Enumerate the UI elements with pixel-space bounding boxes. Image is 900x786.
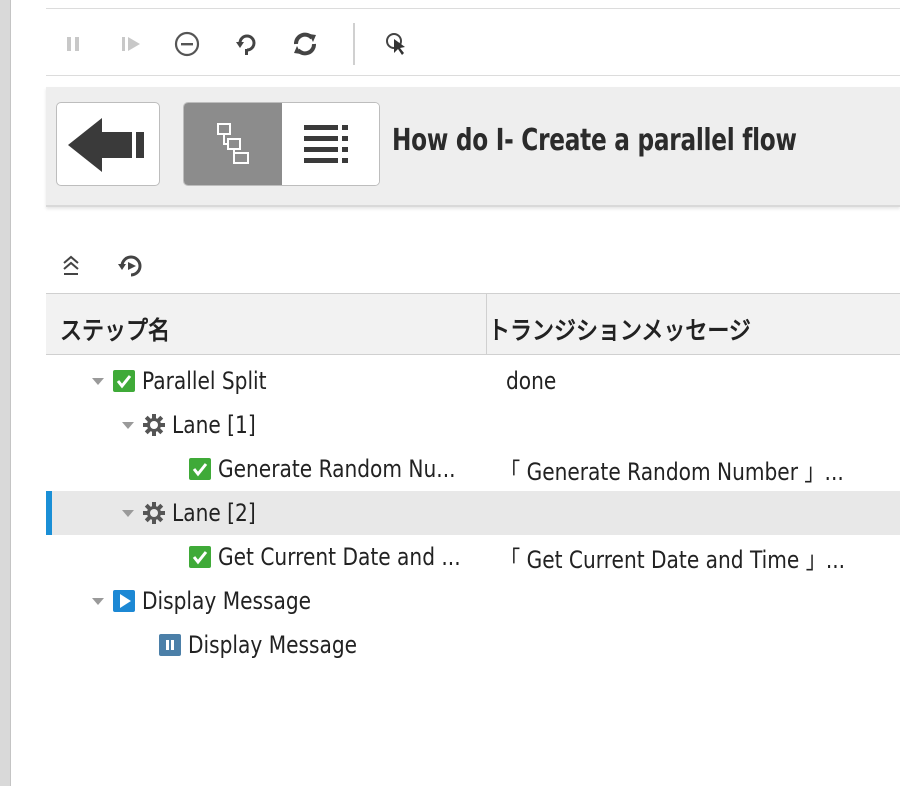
column-divider bbox=[486, 294, 487, 354]
left-edge-divider bbox=[10, 0, 11, 786]
table-row[interactable]: Generate Random Nu... 「 Generate Random … bbox=[46, 447, 900, 491]
play-icon bbox=[112, 589, 136, 613]
sync-icon[interactable] bbox=[116, 251, 146, 281]
back-button[interactable] bbox=[56, 102, 160, 186]
gear-icon bbox=[142, 413, 166, 437]
table-row[interactable]: Parallel Split done bbox=[46, 359, 900, 403]
expand-arrow-icon[interactable] bbox=[92, 597, 104, 605]
step-name: Lane [1] bbox=[172, 411, 256, 439]
collapse-all-icon[interactable] bbox=[58, 251, 88, 281]
check-icon bbox=[188, 457, 212, 481]
run-toolbar bbox=[46, 8, 900, 76]
list-view-button[interactable] bbox=[282, 103, 379, 185]
step-name: Lane [2] bbox=[172, 499, 256, 527]
step-name: Display Message bbox=[188, 631, 358, 659]
step-name: Get Current Date and ... bbox=[218, 543, 461, 571]
paused-icon bbox=[158, 633, 182, 657]
transition-message: done bbox=[506, 367, 557, 395]
minus-circle-icon[interactable] bbox=[172, 29, 202, 59]
tree-view-icon bbox=[217, 123, 251, 169]
steps-table: ステップ名 トランジションメッセージ Parallel Split done L… bbox=[46, 293, 900, 786]
table-row[interactable]: Lane [1] bbox=[46, 403, 900, 447]
list-view-icon bbox=[304, 125, 352, 167]
expand-arrow-icon[interactable] bbox=[122, 509, 134, 517]
table-header: ステップ名 トランジションメッセージ bbox=[46, 293, 900, 355]
step-name: Parallel Split bbox=[142, 367, 267, 395]
step-name: Generate Random Nu... bbox=[218, 455, 456, 483]
toolbar-separator bbox=[353, 23, 355, 65]
step-name: Display Message bbox=[142, 587, 312, 615]
check-icon bbox=[188, 545, 212, 569]
step-forward-icon[interactable] bbox=[116, 29, 146, 59]
column-header-step-name[interactable]: ステップ名 bbox=[60, 311, 170, 347]
table-row[interactable]: Display Message bbox=[46, 579, 900, 623]
transition-message: 「 Get Current Date and Time 」... bbox=[500, 545, 846, 574]
pointer-icon[interactable] bbox=[382, 29, 412, 59]
replay-icon[interactable] bbox=[232, 29, 262, 59]
table-row[interactable]: Display Message bbox=[46, 623, 900, 667]
transition-message: 「 Generate Random Number 」... bbox=[500, 457, 844, 486]
table-row[interactable]: Get Current Date and ... 「 Get Current D… bbox=[46, 535, 900, 579]
tree-view-button[interactable] bbox=[184, 103, 282, 185]
selection-indicator bbox=[46, 491, 52, 535]
back-arrow-icon bbox=[66, 116, 152, 178]
flow-title: How do I- Create a parallel flow bbox=[392, 123, 797, 158]
pause-icon[interactable] bbox=[58, 29, 88, 59]
refresh-icon[interactable] bbox=[290, 29, 320, 59]
table-row-selected[interactable]: Lane [2] bbox=[46, 491, 900, 535]
expand-arrow-icon[interactable] bbox=[92, 377, 104, 385]
gear-icon bbox=[142, 501, 166, 525]
expand-arrow-icon[interactable] bbox=[122, 421, 134, 429]
check-icon bbox=[112, 369, 136, 393]
flow-header: How do I- Create a parallel flow bbox=[46, 87, 900, 207]
view-toggle bbox=[183, 102, 380, 186]
column-header-transition-message[interactable]: トランジションメッセージ bbox=[488, 311, 751, 347]
left-edge bbox=[0, 0, 10, 786]
